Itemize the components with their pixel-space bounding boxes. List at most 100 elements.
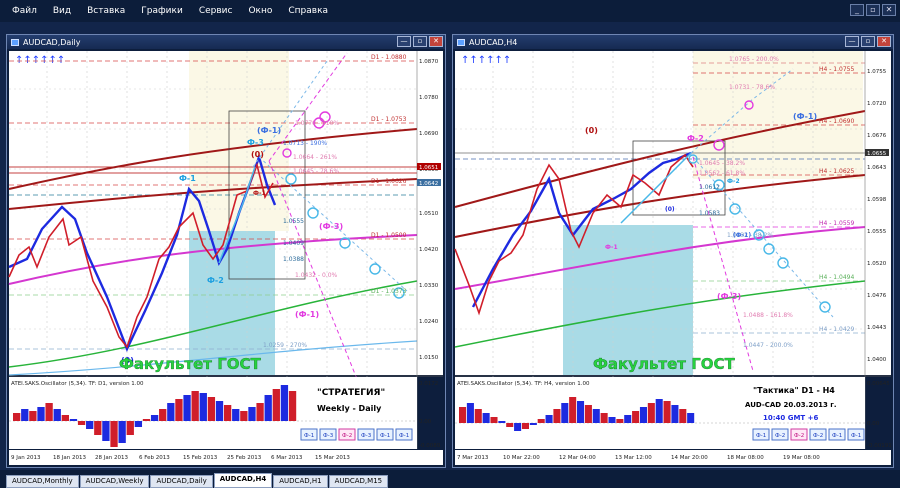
oscillator-bar [126, 421, 134, 435]
wave-button[interactable]: Ф-2 [790, 428, 808, 441]
tab-weekly[interactable]: AUDCAD,Weekly [79, 475, 150, 488]
oscillator-bar [498, 421, 506, 423]
oscillator-bar [150, 415, 159, 421]
oscillator-bar [69, 419, 78, 421]
price-tick: 1.0520 [867, 261, 887, 267]
window-title-bar[interactable]: AUDCAD,Daily — ▫ ✕ [7, 35, 445, 49]
zone-blue [563, 225, 693, 375]
window-title: AUDCAD,Daily [23, 37, 81, 47]
oscillator-bar [506, 423, 514, 427]
oscillator-bar [466, 403, 474, 423]
osc-tick: 0.0172 [419, 381, 438, 387]
wave-button[interactable]: Ф-1 [752, 428, 770, 441]
chart-window-h4[interactable]: AUDCAD,H4 — ▫ ✕ ↑↑↑↑↑↑ H4 - 1.0755 H4 - … [452, 34, 894, 468]
menu-file[interactable]: Файл [4, 6, 45, 16]
oscillator-bar [616, 419, 624, 423]
wave-label: Ф-1 [253, 190, 266, 197]
menu-help[interactable]: Справка [280, 6, 336, 16]
menu-charts[interactable]: Графики [133, 6, 191, 16]
minimize-icon[interactable]: _ [850, 4, 864, 16]
wave-button[interactable]: Ф-2 [771, 428, 789, 441]
wave-label: Ф-1 [605, 244, 618, 251]
osc-tick: -0.00191 [867, 443, 892, 449]
svg-text:Ф-1: Ф-1 [399, 433, 409, 439]
fib-label: 1.0612 [699, 184, 720, 191]
window-title: AUDCAD,H4 [469, 37, 518, 47]
oscillator-bar [118, 421, 126, 443]
price-tick: 1.0510 [419, 211, 439, 217]
minimize-icon[interactable]: — [845, 36, 859, 47]
tab-h1[interactable]: AUDCAD,H1 [273, 475, 328, 488]
fib-label: 1.0583 [699, 210, 720, 217]
price-chart-daily[interactable]: ↑↑↑↑↑↑ D1 - 1.0880 D1 - 1.0753 D1 - 1.06… [7, 49, 445, 467]
price-tick: 1.0690 [419, 131, 439, 137]
svg-text:Ф-3: Ф-3 [323, 433, 334, 439]
date-tick: 12 Mar 04:00 [559, 455, 596, 461]
price-tick: 1.0780 [419, 95, 439, 101]
chart-window-daily[interactable]: AUDCAD,Daily — ▫ ✕ ↑↑↑↑↑↑ D1 - 1.0880 D1… [6, 34, 446, 468]
date-tick: 18 Mar 08:00 [727, 455, 764, 461]
wave-button[interactable]: Ф-1 [847, 428, 865, 441]
wave-button[interactable]: Ф-1 [376, 428, 394, 441]
maximize-icon[interactable]: ▫ [413, 36, 427, 47]
level-label: D1 - 1.0880 [371, 54, 407, 61]
wave-label: (Ф-1) [793, 112, 817, 121]
fib-label: 1.0765 - 200.0% [729, 56, 779, 63]
wave-label: (Ф-3) [319, 222, 343, 231]
menu-insert[interactable]: Вставка [79, 6, 133, 16]
maximize-icon[interactable]: ▫ [861, 36, 875, 47]
wave-button[interactable]: Ф-2 [809, 428, 827, 441]
tab-monthly[interactable]: AUDCAD,Monthly [6, 475, 79, 488]
wave-button[interactable]: Ф-2 [338, 428, 356, 441]
info-subtitle: Weekly - Daily [317, 404, 382, 413]
oscillator-bar [671, 405, 679, 423]
close-icon[interactable]: ✕ [882, 4, 896, 16]
svg-text:Ф-2: Ф-2 [775, 433, 785, 439]
oscillator-bar [240, 411, 248, 421]
fib-label: 1.0555 [283, 218, 304, 225]
watermark: Факультет ГОСТ [119, 355, 262, 373]
tab-h4[interactable]: AUDCAD,H4 [213, 473, 273, 488]
oscillator-bar [655, 399, 663, 423]
wave-button[interactable]: Ф-1 [828, 428, 846, 441]
oscillator-bar [490, 417, 498, 423]
oscillator-bar [207, 397, 216, 421]
price-chart-h4[interactable]: ↑↑↑↑↑↑ H4 - 1.0755 H4 - 1.0690 H4 - 1.06… [453, 49, 893, 467]
oscillator-bar [223, 405, 232, 421]
price-tick: 1.0240 [419, 319, 439, 325]
date-tick: 6 Mar 2013 [271, 455, 303, 461]
fib-label: 1.0488 - 161.8% [743, 312, 793, 319]
oscillator-bar [280, 385, 289, 421]
menu-window[interactable]: Окно [240, 6, 280, 16]
chart-workspace: AUDCAD,Daily — ▫ ✕ ↑↑↑↑↑↑ D1 - 1.0880 D1… [0, 22, 900, 470]
oscillator-bar [199, 393, 207, 421]
oscillator-bar [687, 413, 695, 423]
oscillator-bar [584, 405, 592, 423]
level-label: H4 - 1.0690 [819, 118, 854, 125]
osc-tick: 0.00645 [867, 381, 890, 387]
wave-button[interactable]: Ф-1 [300, 428, 318, 441]
price-tick: 1.0755 [867, 69, 887, 75]
close-icon[interactable]: ✕ [429, 36, 443, 47]
wave-label: (0) [665, 206, 675, 213]
minimize-icon[interactable]: — [397, 36, 411, 47]
price-tick: 1.0720 [867, 101, 887, 107]
menu-tools[interactable]: Сервис [191, 6, 241, 16]
close-icon[interactable]: ✕ [877, 36, 891, 47]
info-title: "СТРАТЕГИЯ" [317, 388, 385, 398]
wave-button[interactable]: Ф-3 [319, 428, 337, 441]
date-tick: 7 Mar 2013 [457, 455, 489, 461]
tab-m15[interactable]: AUDCAD,M15 [328, 475, 389, 488]
tab-daily[interactable]: AUDCAD,Daily [150, 475, 213, 488]
arrows-icon: ↑↑↑↑↑↑ [461, 55, 511, 66]
wave-button[interactable]: Ф-1 [395, 428, 413, 441]
date-tick: 28 Jan 2013 [95, 455, 128, 461]
oscillator-bar [600, 413, 608, 423]
fib-label: 1.0562 - 61.8% [699, 170, 745, 177]
wave-button[interactable]: Ф-3 [357, 428, 375, 441]
restore-icon[interactable]: ▫ [866, 4, 880, 16]
level-label: H4 - 1.0559 [819, 220, 854, 227]
oscillator-bar [482, 413, 490, 423]
window-title-bar[interactable]: AUDCAD,H4 — ▫ ✕ [453, 35, 893, 49]
menu-view[interactable]: Вид [45, 6, 79, 16]
